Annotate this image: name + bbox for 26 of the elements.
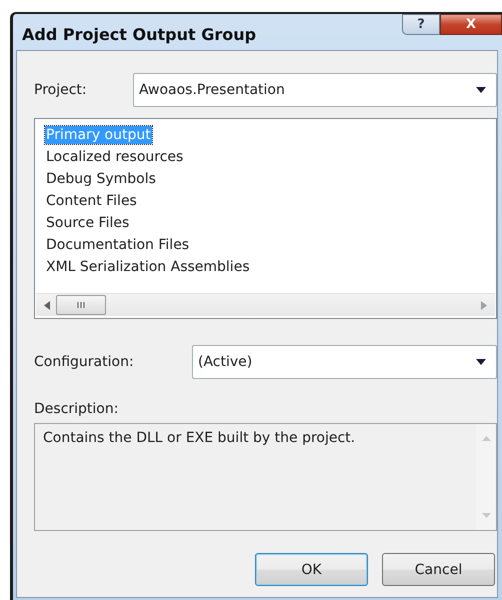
help-button[interactable]: ? (402, 14, 440, 35)
close-button[interactable]: X (440, 14, 502, 35)
scrollbar-thumb[interactable] (56, 295, 106, 315)
cancel-button[interactable]: Cancel (382, 553, 495, 586)
scroll-right-icon[interactable] (481, 300, 487, 310)
list-item[interactable]: Source Files (45, 214, 130, 232)
project-dropdown[interactable]: Awoaos.Presentation (133, 73, 497, 107)
scroll-left-icon[interactable] (44, 300, 50, 310)
description-label: Description: (34, 401, 120, 417)
configuration-label: Configuration: (34, 354, 135, 370)
window-title: Add Project Output Group (21, 24, 256, 44)
grip-icon (76, 302, 86, 308)
list-item[interactable]: Documentation Files (45, 236, 190, 254)
description-text: Contains the DLL or EXE built by the project. (42, 429, 356, 446)
project-label: Project: (34, 82, 88, 98)
horizontal-scrollbar[interactable] (36, 293, 495, 316)
list-item[interactable]: Localized resources (45, 148, 184, 166)
configuration-dropdown[interactable]: (Active) (192, 345, 497, 379)
caret-icon (476, 359, 486, 365)
scroll-up-icon (482, 436, 490, 441)
scroll-down-icon (482, 513, 490, 518)
list-item[interactable]: XML Serialization Assemblies (45, 258, 251, 276)
list-item[interactable]: Debug Symbols (45, 170, 157, 188)
caret-icon (476, 87, 486, 93)
list-item[interactable]: Content Files (45, 192, 138, 210)
ok-button[interactable]: OK (255, 553, 368, 586)
